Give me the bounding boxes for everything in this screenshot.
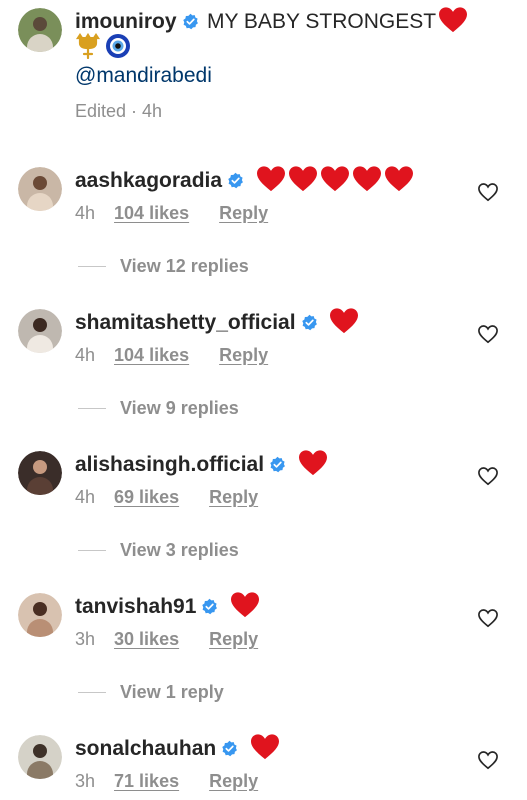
view-replies-button[interactable]: View 1 reply [78,682,224,703]
heart-outline-icon[interactable] [477,466,499,486]
verified-badge-icon [228,172,244,189]
comment-username[interactable]: aashkagoradia [75,169,222,192]
comment-line: sonalchauhan [75,733,280,761]
verified-badge-icon [301,314,317,331]
likes-count[interactable]: 30 likes [114,629,179,649]
likes-count[interactable]: 69 likes [114,487,179,507]
reply-button[interactable]: Reply [209,629,258,649]
comment-line: aashkagoradia [75,165,414,193]
red-heart-emoji [251,734,280,760]
comment-meta: 3h 71 likes Reply [75,771,288,792]
caption-avatar[interactable] [18,8,62,52]
comment-time: 3h [75,629,96,649]
caption-username[interactable]: imouniroy [75,10,177,33]
comment-time: 4h [75,203,96,223]
trident-emoji [75,33,101,59]
verified-badge-icon [202,598,218,615]
view-replies-label: View 3 replies [120,540,239,560]
red-heart-emoji [256,166,285,192]
view-replies-button[interactable]: View 9 replies [78,398,239,419]
heart-outline-icon[interactable] [477,750,499,770]
red-heart-emoji [298,450,327,476]
comment-avatar[interactable] [18,309,62,353]
replies-divider [78,408,106,409]
likes-count[interactable]: 104 likes [114,203,189,223]
comment-avatar[interactable] [18,593,62,637]
comment-meta: 4h 104 likes Reply [75,345,298,366]
comment-line: tanvishah91 [75,591,260,619]
red-heart-emoji [320,166,349,192]
comment-meta: 3h 30 likes Reply [75,629,288,650]
heart-outline-icon[interactable] [477,324,499,344]
reply-button[interactable]: Reply [219,345,268,365]
comment-username[interactable]: sonalchauhan [75,737,216,760]
comment-username[interactable]: tanvishah91 [75,595,196,618]
comment-avatar[interactable] [18,167,62,211]
likes-count[interactable]: 104 likes [114,345,189,365]
comment-avatar[interactable] [18,451,62,495]
red-heart-emoji [288,166,317,192]
view-replies-button[interactable]: View 3 replies [78,540,239,561]
reply-button[interactable]: Reply [209,771,258,791]
view-replies-label: View 12 replies [120,256,249,276]
view-replies-label: View 1 reply [120,682,224,702]
comment-line: shamitashetty_official [75,307,359,335]
verified-badge-icon [270,456,285,473]
nazar-amulet-emoji [106,34,130,58]
comment-time: 3h [75,771,96,791]
verified-badge-icon [222,740,238,757]
heart-outline-icon[interactable] [477,182,499,202]
comment-meta: 4h 69 likes Reply [75,487,288,508]
replies-divider [78,266,106,267]
red-heart-emoji [439,7,468,33]
replies-divider [78,692,106,693]
red-heart-emoji [231,592,260,618]
caption-text: MY BABY STRONGEST [206,10,437,33]
comment-line: alishasingh.official [75,449,328,477]
red-heart-emoji [384,166,413,192]
view-replies-label: View 9 replies [120,398,239,418]
comment-time: 4h [75,487,96,507]
heart-outline-icon[interactable] [477,608,499,628]
replies-divider [78,550,106,551]
red-heart-emoji [352,166,381,192]
caption-line: imouniroy MY BABY STRONGEST [75,6,468,34]
reply-button[interactable]: Reply [209,487,258,507]
reply-button[interactable]: Reply [219,203,268,223]
comment-time: 4h [75,345,96,365]
comment-username[interactable]: shamitashetty_official [75,311,296,334]
red-heart-emoji [330,308,359,334]
view-replies-button[interactable]: View 12 replies [78,256,249,277]
comment-meta: 4h 104 likes Reply [75,203,298,224]
comment-username[interactable]: alishasingh.official [75,453,264,476]
likes-count[interactable]: 71 likes [114,771,179,791]
mention-link[interactable]: @mandirabedi [75,64,212,88]
edited-timestamp: Edited · 4h [75,101,163,121]
comment-avatar[interactable] [18,735,62,779]
verified-badge-icon [182,13,198,30]
caption-emojis [75,33,131,59]
